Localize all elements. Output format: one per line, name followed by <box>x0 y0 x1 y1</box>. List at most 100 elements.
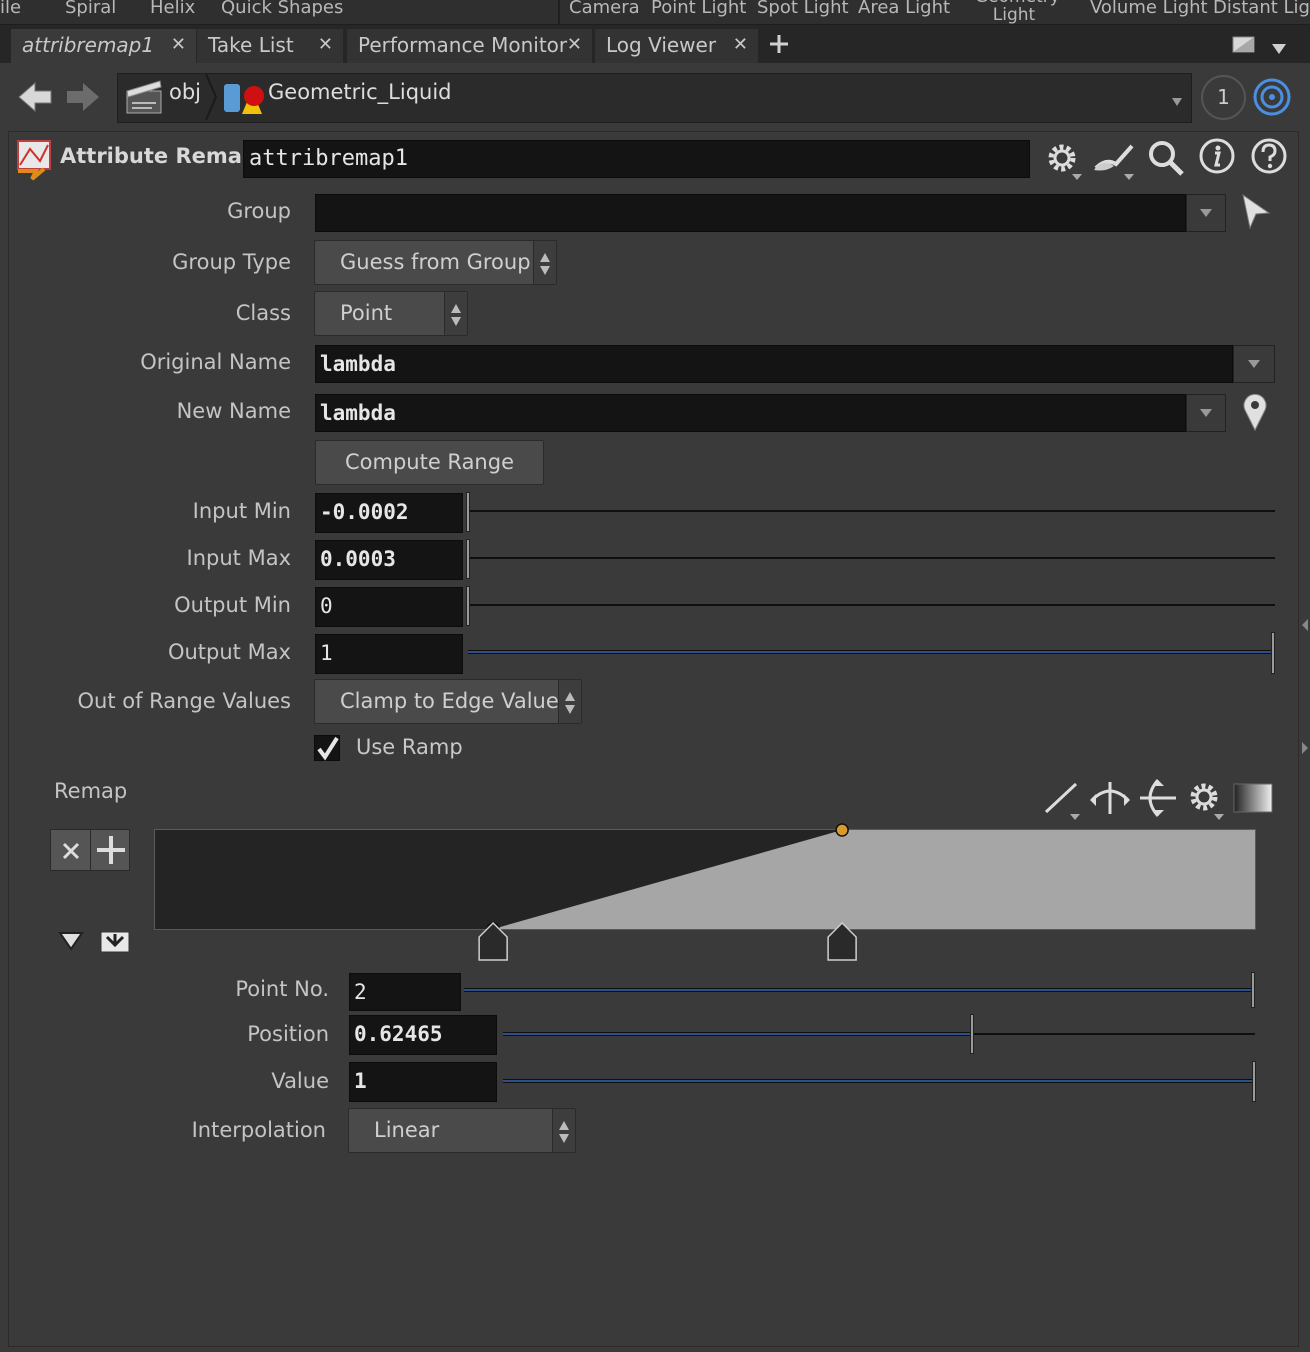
add-key-button[interactable] <box>91 830 131 870</box>
pane-link-button[interactable]: 1 <box>1201 75 1246 120</box>
input-min-slider[interactable] <box>468 510 1275 512</box>
use-ramp-label[interactable]: Use Ramp <box>356 735 463 759</box>
node-name-input[interactable]: attribremap1 <box>243 140 1030 178</box>
location-pin-icon[interactable] <box>1240 392 1270 432</box>
tab-label: Performance Monitor <box>358 33 568 57</box>
value-slider[interactable] <box>503 1079 1255 1083</box>
value-input[interactable]: 1 <box>349 1062 497 1102</box>
group-input[interactable] <box>315 194 1186 232</box>
linear-line-icon[interactable] <box>1040 778 1086 822</box>
info-icon[interactable] <box>1198 138 1238 178</box>
position-input[interactable]: 0.62465 <box>349 1015 497 1055</box>
output-max-slider[interactable] <box>468 650 1275 654</box>
input-max-input[interactable]: 0.0003 <box>315 540 463 580</box>
new-name-dropdown-button[interactable] <box>1186 394 1226 432</box>
compute-range-button[interactable]: Compute Range <box>315 440 544 485</box>
interpolation-menu[interactable]: Linear <box>348 1108 576 1153</box>
group-label: Group <box>227 199 291 223</box>
new-name-label: New Name <box>176 399 291 423</box>
output-min-label: Output Min <box>174 593 291 617</box>
shelf-tool-quick-shapes[interactable]: Quick Shapes <box>221 0 343 18</box>
up-down-arrows-icon <box>533 241 556 284</box>
forward-arrow-icon[interactable] <box>63 77 103 117</box>
input-max-slider[interactable] <box>468 557 1275 559</box>
output-max-input[interactable]: 1 <box>315 634 463 674</box>
gear-icon[interactable] <box>1042 138 1084 182</box>
close-icon[interactable]: ✕ <box>567 29 582 61</box>
pane-edge-arrow-icon[interactable] <box>1300 615 1310 635</box>
close-icon[interactable]: ✕ <box>733 29 748 61</box>
back-arrow-icon[interactable] <box>15 77 55 117</box>
group-dropdown-button[interactable] <box>1186 194 1226 232</box>
group-type-label: Group Type <box>172 250 291 274</box>
out-of-range-menu[interactable]: Clamp to Edge Value <box>314 679 582 724</box>
tab-label: attribremap1 <box>22 33 155 57</box>
tab-take-list[interactable]: Take List ✕ <box>197 29 343 63</box>
path-root-obj[interactable]: obj <box>169 80 201 104</box>
position-slider-handle[interactable] <box>969 1014 974 1054</box>
point-no-slider[interactable] <box>464 988 1254 992</box>
up-down-arrows-icon <box>552 1109 575 1152</box>
input-min-input[interactable]: -0.0002 <box>315 493 463 533</box>
help-icon[interactable] <box>1250 138 1290 178</box>
shelf-tool-helix[interactable]: Helix <box>150 0 195 18</box>
tab-attribremap1[interactable]: attribremap1 ✕ <box>11 29 196 63</box>
original-name-dropdown-button[interactable] <box>1233 345 1275 383</box>
new-name-input[interactable]: lambda <box>315 394 1186 432</box>
original-name-input[interactable]: lambda <box>315 345 1233 383</box>
shelf-tool-spiral[interactable]: Spiral <box>65 0 116 18</box>
chevron-down-icon[interactable] <box>1271 37 1287 54</box>
select-arrow-icon[interactable] <box>1240 193 1272 231</box>
input-max-label: Input Max <box>186 546 291 570</box>
gear-icon[interactable] <box>1184 776 1228 822</box>
network-path-field[interactable]: obj Geometric_Liquid <box>117 73 1192 123</box>
point-no-input[interactable]: 2 <box>349 973 461 1011</box>
geometry-object-icon <box>222 78 266 118</box>
clapperboard-icon <box>124 77 164 117</box>
collapse-triangle-icon[interactable] <box>58 931 84 951</box>
close-icon[interactable]: ✕ <box>318 29 333 61</box>
pane-layout-icon[interactable] <box>1232 35 1256 55</box>
flip-horizontal-icon[interactable] <box>1088 778 1132 818</box>
attribute-remap-node-icon[interactable] <box>14 137 58 181</box>
ramp-key-point[interactable] <box>835 823 849 837</box>
chevron-down-icon[interactable] <box>1170 90 1184 106</box>
shelf-tool-geometry-light[interactable]: Geometry Light <box>975 0 1060 24</box>
input-min-slider-handle[interactable] <box>466 492 470 532</box>
search-icon[interactable] <box>1146 138 1186 178</box>
output-min-input[interactable]: 0 <box>315 587 463 627</box>
delete-key-button[interactable] <box>51 830 91 870</box>
houdini-logo-icon[interactable] <box>1252 77 1292 117</box>
add-tab-icon[interactable] <box>767 29 791 59</box>
gradient-preview-icon[interactable] <box>1233 783 1273 813</box>
output-max-slider-handle[interactable] <box>1271 632 1275 674</box>
shelf-tool-distant-light[interactable]: Distant Light <box>1213 0 1310 18</box>
original-name-label: Original Name <box>140 350 291 374</box>
paint-brush-icon[interactable] <box>1092 138 1138 182</box>
group-type-menu[interactable]: Guess from Group <box>314 240 557 285</box>
flip-vertical-icon[interactable] <box>1136 778 1180 818</box>
value-slider-handle[interactable] <box>1252 1061 1256 1102</box>
shelf-tool-camera[interactable]: Camera <box>569 0 640 18</box>
use-ramp-checkbox[interactable] <box>314 735 340 761</box>
shelf-tool-area-light[interactable]: Area Light <box>858 0 950 18</box>
output-min-slider-handle[interactable] <box>466 586 470 626</box>
tab-log-viewer[interactable]: Log Viewer ✕ <box>595 29 758 63</box>
position-label: Position <box>247 1022 329 1046</box>
ramp-key-marker[interactable] <box>478 921 508 961</box>
expand-parameters-icon[interactable] <box>100 930 130 954</box>
ramp-key-marker[interactable] <box>827 921 857 961</box>
shelf-tool-point-light[interactable]: Point Light <box>651 0 746 18</box>
shelf-tool-volume-light[interactable]: Volume Light <box>1090 0 1208 18</box>
output-min-slider[interactable] <box>468 604 1275 606</box>
shelf-tool-file[interactable]: ile <box>0 0 21 18</box>
tab-performance-monitor[interactable]: Performance Monitor ✕ <box>347 29 592 63</box>
output-max-label: Output Max <box>167 640 291 664</box>
pane-edge-arrow-icon[interactable] <box>1300 738 1310 758</box>
path-node-name[interactable]: Geometric_Liquid <box>268 80 452 104</box>
point-no-slider-handle[interactable] <box>1251 972 1255 1008</box>
shelf-tool-spot-light[interactable]: Spot Light <box>757 0 849 18</box>
input-max-slider-handle[interactable] <box>466 539 470 579</box>
close-icon[interactable]: ✕ <box>171 29 186 61</box>
class-menu[interactable]: Point <box>314 291 468 336</box>
